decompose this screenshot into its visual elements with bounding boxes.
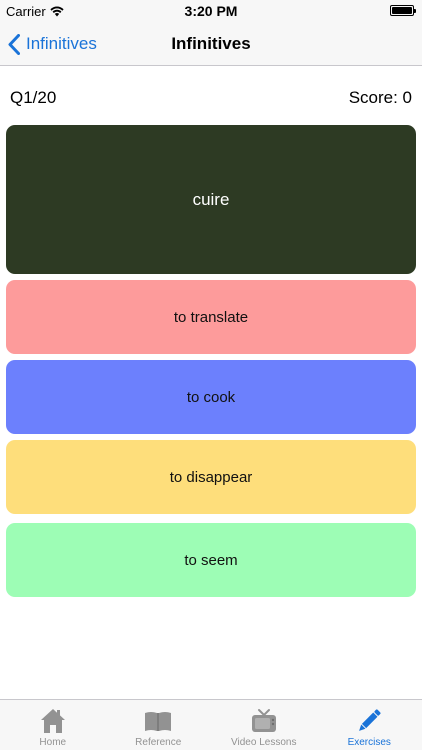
tab-reference[interactable]: Reference [106,700,212,750]
answer-label: to disappear [169,468,253,486]
prompt-card: cuire [6,125,416,274]
score-label: Score: 0 [348,88,412,107]
answer-label: to translate [173,308,249,326]
prompt-word: cuire [192,189,230,209]
tab-label: Reference [135,737,182,748]
status-bar: Carrier 3:20 PM [0,0,422,22]
answer-label: to cook [186,388,236,406]
quiz-screen: Carrier 3:20 PM Infinitives Infinitives … [0,0,422,750]
answer-button-4[interactable]: to seem [6,523,416,597]
question-counter: Q1/20 [10,88,57,107]
tab-label: Home [39,737,67,748]
back-button-label: Infinitives [26,34,97,53]
answer-label: to seem [184,551,238,569]
tab-home[interactable]: Home [0,700,106,750]
answer-button-2[interactable]: to cook [6,360,416,434]
tab-label: Video Lessons [231,737,297,748]
quiz-header: Q1/20 Score: 0 [10,86,412,110]
navigation-bar: Infinitives Infinitives [0,22,422,66]
answer-button-3[interactable]: to disappear [6,440,416,514]
back-button[interactable]: Infinitives [8,22,97,66]
pencil-icon [354,706,384,736]
tab-label: Exercises [347,737,391,748]
tab-video-lessons[interactable]: Video Lessons [211,700,317,750]
tab-exercises[interactable]: Exercises [317,700,422,750]
book-icon [143,706,173,736]
tab-bar: Home Reference Video Lessons Exercises [0,699,422,750]
chevron-left-icon [8,33,20,55]
tv-icon [249,706,279,736]
home-icon [38,706,68,736]
battery-icon [390,5,416,16]
status-time: 3:20 PM [184,3,238,19]
answer-button-1[interactable]: to translate [6,280,416,354]
